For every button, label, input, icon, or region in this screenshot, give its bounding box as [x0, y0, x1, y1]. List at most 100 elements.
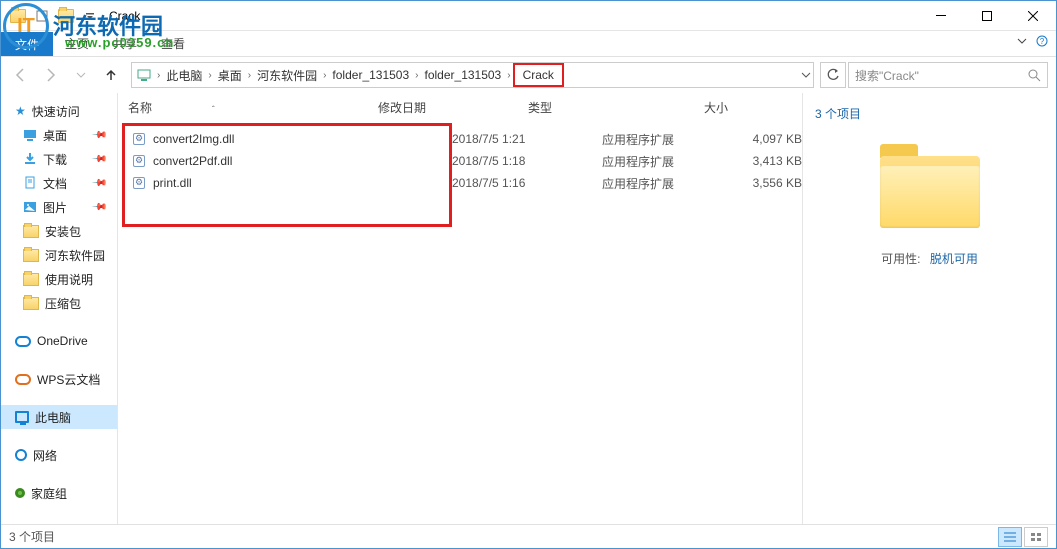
sidebar-item-downloads[interactable]: 下载📌	[1, 147, 117, 171]
address-bar[interactable]: › 此电脑› 桌面› 河东软件园› folder_131503› folder_…	[131, 62, 814, 88]
folder-icon	[23, 225, 39, 238]
nav-recent-icon[interactable]	[67, 61, 95, 89]
folder-icon	[23, 297, 39, 310]
search-box[interactable]: 搜索"Crack"	[848, 62, 1048, 88]
file-type: 应用程序扩展	[602, 153, 722, 170]
sort-indicator-icon: ˆ	[212, 105, 215, 114]
sidebar-item-documents[interactable]: 文档📌	[1, 171, 117, 195]
file-name: print.dll	[153, 176, 192, 190]
column-date[interactable]: 修改日期	[378, 99, 528, 116]
minimize-button[interactable]	[918, 1, 964, 30]
maximize-button[interactable]	[964, 1, 1010, 30]
search-placeholder: 搜索"Crack"	[855, 67, 919, 84]
breadcrumb-seg-1[interactable]: 桌面	[214, 63, 246, 87]
file-type: 应用程序扩展	[602, 175, 722, 192]
ribbon: 文件 主页 共享 查看 ?	[1, 31, 1056, 57]
file-date: 2018/7/5 1:16	[452, 176, 602, 190]
folder-icon	[23, 249, 39, 262]
network-icon	[15, 449, 27, 461]
sidebar-item-hedong[interactable]: 河东软件园	[1, 243, 117, 267]
dll-icon	[131, 153, 147, 169]
cloud-icon	[15, 374, 31, 385]
dll-icon	[131, 175, 147, 191]
sidebar-item-instructions[interactable]: 使用说明	[1, 267, 117, 291]
file-name: convert2Img.dll	[153, 132, 234, 146]
column-headers: 名称ˆ 修改日期 类型 大小	[118, 93, 802, 121]
file-size: 3,413 KB	[722, 154, 802, 168]
details-pane: 3 个项目 可用性: 脱机可用	[802, 93, 1056, 524]
sidebar-homegroup[interactable]: 家庭组	[1, 481, 117, 505]
file-date: 2018/7/5 1:18	[452, 154, 602, 168]
file-type: 应用程序扩展	[602, 131, 722, 148]
file-size: 4,097 KB	[722, 132, 802, 146]
highlight-annotation: convert2Img.dll convert2Pdf.dll print.dl…	[122, 123, 452, 227]
file-list: 名称ˆ 修改日期 类型 大小 convert2Img.dll convert2P…	[118, 93, 802, 524]
details-item-count: 3 个项目	[815, 105, 1044, 122]
search-icon[interactable]	[1027, 68, 1041, 82]
nav-forward-button[interactable]	[37, 61, 65, 89]
sidebar-item-install[interactable]: 安装包	[1, 219, 117, 243]
sidebar-item-pictures[interactable]: 图片📌	[1, 195, 117, 219]
file-date: 2018/7/5 1:21	[452, 132, 602, 146]
navigation-pane: ★快速访问 桌面📌 下载📌 文档📌 图片📌 安装包 河东软件园 使用说明 压缩包…	[1, 93, 118, 524]
column-type[interactable]: 类型	[528, 99, 648, 116]
qat-newfolder-icon[interactable]	[55, 5, 77, 27]
breadcrumb-seg-current[interactable]: Crack	[513, 63, 564, 87]
sidebar-onedrive[interactable]: OneDrive	[1, 329, 117, 353]
ribbon-file-tab[interactable]: 文件	[1, 32, 53, 56]
ribbon-help-icon[interactable]: ?	[1036, 35, 1048, 47]
file-row[interactable]: print.dll	[125, 172, 449, 194]
close-button[interactable]	[1010, 1, 1056, 30]
folder-icon	[7, 5, 29, 27]
nav-up-button[interactable]	[97, 61, 125, 89]
sidebar-network[interactable]: 网络	[1, 443, 117, 467]
view-large-button[interactable]	[1024, 527, 1048, 547]
ribbon-home-tab[interactable]: 主页	[53, 31, 101, 56]
file-row[interactable]: convert2Img.dll	[125, 128, 449, 150]
folder-icon	[23, 273, 39, 286]
star-icon: ★	[15, 104, 26, 118]
ribbon-view-tab[interactable]: 查看	[149, 31, 197, 56]
breadcrumb-seg-3[interactable]: folder_131503	[328, 63, 413, 87]
file-name: convert2Pdf.dll	[153, 154, 232, 168]
sidebar-item-archives[interactable]: 压缩包	[1, 291, 117, 315]
qat-properties-icon[interactable]	[31, 5, 53, 27]
folder-preview-icon	[875, 142, 985, 232]
window-title: Crack	[109, 9, 140, 23]
qat-customize-icon[interactable]	[79, 5, 101, 27]
file-size: 3,556 KB	[722, 176, 802, 190]
ribbon-expand-icon[interactable]	[1016, 35, 1028, 47]
sidebar-quick-access[interactable]: ★快速访问	[1, 99, 117, 123]
pin-icon: 📌	[90, 175, 107, 192]
file-row[interactable]: convert2Pdf.dll	[125, 150, 449, 172]
breadcrumb-seg-4[interactable]: folder_131503	[421, 63, 506, 87]
address-dropdown-icon[interactable]	[801, 70, 811, 80]
sidebar-thispc[interactable]: 此电脑	[1, 405, 117, 429]
breadcrumb-seg-0[interactable]: 此电脑	[162, 63, 206, 87]
title-bar: Crack	[1, 1, 1056, 31]
pin-icon: 📌	[90, 151, 107, 168]
svg-text:?: ?	[1040, 37, 1045, 46]
ribbon-share-tab[interactable]: 共享	[101, 31, 149, 56]
document-icon	[23, 176, 37, 190]
pc-icon	[15, 411, 29, 423]
column-name[interactable]: 名称ˆ	[128, 99, 378, 116]
download-icon	[23, 152, 37, 166]
pc-icon	[136, 67, 152, 83]
chevron-right-icon[interactable]: ›	[155, 70, 162, 81]
column-size[interactable]: 大小	[648, 99, 728, 116]
refresh-button[interactable]	[820, 62, 846, 88]
dll-icon	[131, 131, 147, 147]
view-details-button[interactable]	[998, 527, 1022, 547]
breadcrumb-seg-2[interactable]: 河东软件园	[253, 63, 321, 87]
sidebar-item-desktop[interactable]: 桌面📌	[1, 123, 117, 147]
pin-icon: 📌	[90, 127, 107, 144]
status-item-count: 3 个项目	[9, 528, 55, 545]
pin-icon: 📌	[90, 199, 107, 216]
picture-icon	[23, 200, 37, 214]
sidebar-wps[interactable]: WPS云文档	[1, 367, 117, 391]
details-availability: 可用性: 脱机可用	[815, 250, 1044, 267]
nav-back-button[interactable]	[7, 61, 35, 89]
navigation-bar: › 此电脑› 桌面› 河东软件园› folder_131503› folder_…	[1, 57, 1056, 93]
status-bar: 3 个项目	[1, 524, 1056, 548]
